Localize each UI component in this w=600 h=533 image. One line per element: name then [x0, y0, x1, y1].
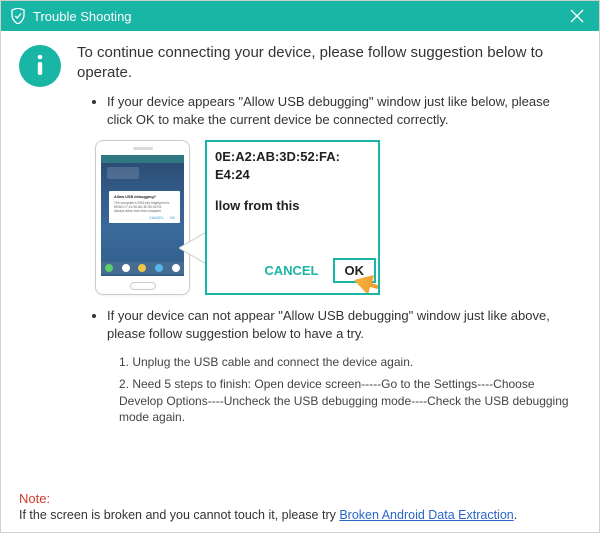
point-1: If your device appears "Allow USB debugg… — [107, 93, 571, 128]
phone-popup-ok: OK — [170, 216, 175, 220]
note-text-before: If the screen is broken and you cannot t… — [19, 508, 339, 522]
usb-debugging-illustration: Allow USB debugging? The computer's RSA … — [95, 140, 385, 297]
phone-speaker — [133, 147, 153, 150]
phone-dock — [101, 262, 184, 274]
cancel-button[interactable]: CANCEL — [264, 263, 318, 278]
phone-home-button — [130, 282, 156, 290]
shield-icon — [11, 8, 25, 24]
phone-statusbar — [101, 155, 184, 163]
note-text-after: . — [514, 508, 517, 522]
dock-icon — [122, 264, 130, 272]
titlebar-left: Trouble Shooting — [11, 8, 132, 24]
content-area: To continue connecting your device, plea… — [1, 31, 599, 532]
phone-screen: Allow USB debugging? The computer's RSA … — [101, 155, 184, 276]
intro-row: To continue connecting your device, plea… — [19, 43, 581, 87]
points-list-2: If your device can not appear "Allow USB… — [107, 307, 581, 348]
titlebar: Trouble Shooting — [1, 1, 599, 31]
dock-icon — [138, 264, 146, 272]
step-2: 2. Need 5 steps to finish: Open device s… — [119, 376, 581, 425]
info-icon — [19, 45, 61, 87]
detail-partial-text: llow from this — [215, 197, 370, 215]
phone-widget — [107, 167, 139, 179]
broken-android-link[interactable]: Broken Android Data Extraction — [339, 508, 513, 522]
phone-popup: Allow USB debugging? The computer's RSA … — [109, 191, 180, 223]
dock-icon — [155, 264, 163, 272]
pointer-arrow-icon — [354, 265, 380, 295]
note-area: Note: If the screen is broken and you ca… — [19, 485, 581, 522]
detail-mac-2: E4:24 — [215, 166, 370, 184]
phone-popup-title: Allow USB debugging? — [114, 195, 175, 200]
note-label: Note: — [19, 491, 581, 506]
point-2: If your device can not appear "Allow USB… — [107, 307, 571, 342]
dialog-heading: To continue connecting your device, plea… — [77, 43, 581, 84]
phone-mockup: Allow USB debugging? The computer's RSA … — [95, 140, 190, 295]
note-text: If the screen is broken and you cannot t… — [19, 508, 581, 522]
dock-icon — [105, 264, 113, 272]
title-text: Trouble Shooting — [33, 9, 132, 24]
detail-callout: 0E:A2:AB:3D:52:FA: E4:24 llow from this … — [205, 140, 380, 295]
phone-popup-check: Always allow from this computer — [114, 209, 161, 213]
detail-mac-1: 0E:A2:AB:3D:52:FA: — [215, 148, 370, 166]
phone-popup-cancel: CANCEL — [149, 216, 164, 220]
troubleshooting-dialog: Trouble Shooting To continue connecting … — [0, 0, 600, 533]
close-button[interactable] — [565, 4, 589, 28]
step-1: 1. Unplug the USB cable and connect the … — [119, 354, 581, 370]
substeps: 1. Unplug the USB cable and connect the … — [119, 354, 581, 431]
points-list: If your device appears "Allow USB debugg… — [107, 93, 581, 134]
